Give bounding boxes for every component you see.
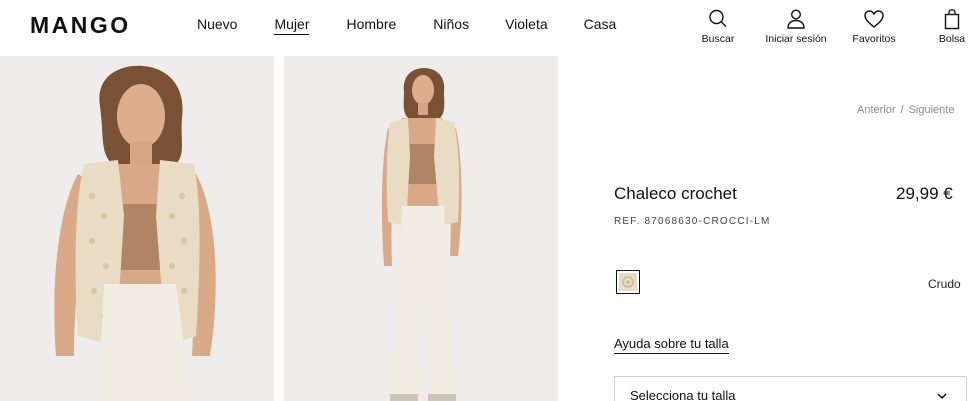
- breadcrumb-separator: /: [900, 104, 904, 116]
- size-select[interactable]: Selecciona tu talla: [614, 376, 967, 401]
- favorites-label: Favoritos: [852, 33, 896, 45]
- product-image-1[interactable]: [0, 56, 274, 401]
- product-pagination: Anterior / Siguiente: [857, 104, 954, 116]
- login-button[interactable]: Iniciar sesión: [760, 8, 832, 45]
- color-swatch-crudo[interactable]: [616, 270, 640, 294]
- size-help-link[interactable]: Ayuda sobre tu talla: [614, 336, 729, 354]
- login-label: Iniciar sesión: [765, 33, 827, 45]
- product-image-2[interactable]: [284, 56, 558, 401]
- model-fullbody-image: [284, 56, 558, 401]
- model-closeup-image: [0, 56, 274, 401]
- bag-button[interactable]: Bolsa: [934, 8, 970, 45]
- crochet-pattern-icon: [622, 276, 634, 288]
- product-reference: REF. 87068630-CROCCI-LM: [614, 216, 771, 227]
- product-price: 29,99 €: [896, 184, 953, 203]
- chevron-down-icon: [937, 393, 947, 400]
- favorites-button[interactable]: Favoritos: [847, 8, 901, 45]
- previous-link[interactable]: Anterior: [857, 104, 896, 116]
- site-header: MANGO Nuevo Mujer Hombre Niños Violeta C…: [0, 0, 980, 54]
- user-icon: [787, 9, 805, 29]
- search-icon: [709, 9, 727, 28]
- size-select-label: Selecciona tu talla: [630, 388, 736, 401]
- next-link[interactable]: Siguiente: [909, 104, 955, 116]
- heart-icon: [864, 10, 884, 28]
- bag-label: Bolsa: [938, 33, 966, 45]
- bag-icon: [944, 9, 960, 30]
- color-swatch-fill: [619, 273, 637, 291]
- search-label: Buscar: [701, 33, 735, 45]
- product-title: Chaleco crochet: [614, 184, 737, 203]
- header-tools: Buscar Iniciar sesión Favoritos Bolsa: [0, 8, 980, 48]
- selected-color-name: Crudo: [928, 277, 961, 291]
- search-button[interactable]: Buscar: [697, 8, 739, 45]
